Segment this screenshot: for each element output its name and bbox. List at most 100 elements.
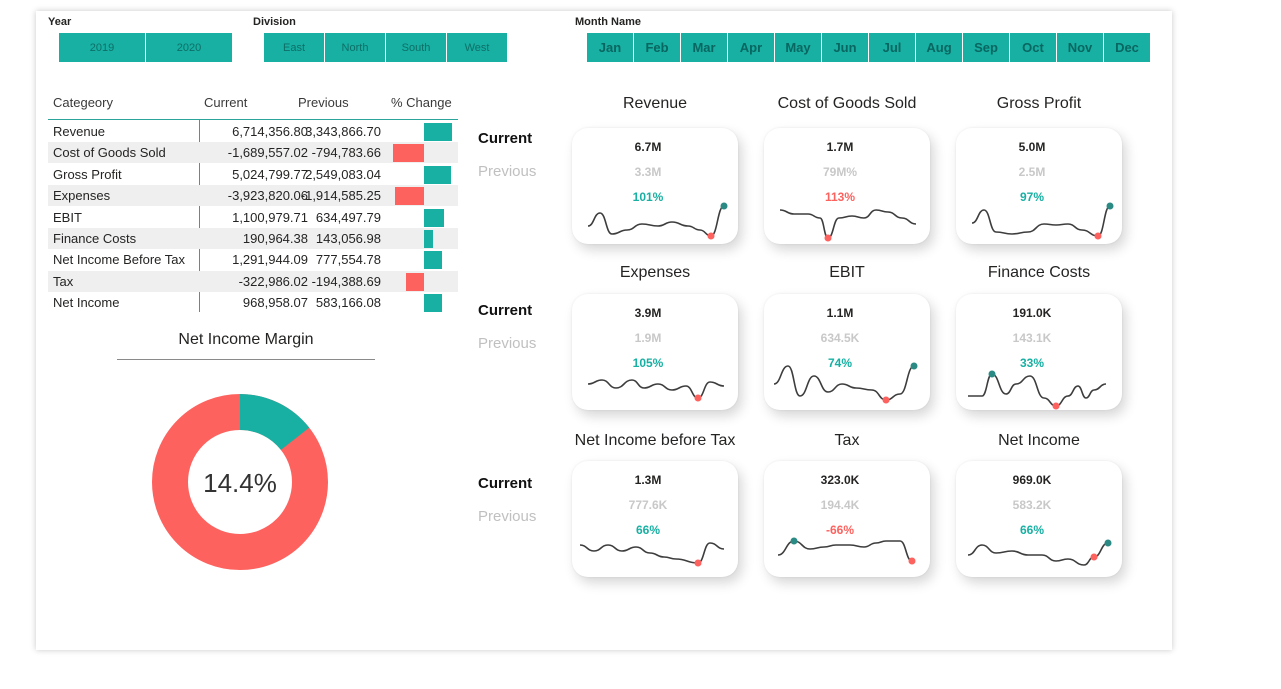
current-value-cell: -3,923,820.06	[227, 188, 308, 204]
previous-value-cell: 3,343,866.70	[305, 124, 381, 139]
current-value-cell: 5,024,799.77	[232, 166, 308, 182]
category-cell: Revenue	[53, 124, 106, 139]
sparkline-chart	[971, 202, 1114, 240]
table-row[interactable]: Expenses -3,923,820.06 -1,914,585.25	[48, 185, 458, 207]
table-row[interactable]: Net Income Before Tax 1,291,944.09 777,554…	[48, 249, 458, 270]
sparkline-low-point	[707, 232, 715, 240]
previous-value-cell: 143,056.98	[315, 231, 381, 246]
legend-previous-row1: Previous	[478, 163, 537, 180]
current-value-cell: 190,964.38	[242, 231, 308, 246]
percent-change-bar	[424, 230, 434, 248]
table-row[interactable]: Net Income 968,958.07 583,166.08	[48, 292, 458, 313]
month-option-jan[interactable]: Jan	[587, 33, 633, 62]
sparkline-low-point	[694, 394, 702, 402]
kpi-card-title: Finance Costs	[987, 264, 1091, 281]
sparkline-low-point	[882, 396, 890, 404]
percent-change-bar	[424, 294, 443, 313]
kpi-card-revenue[interactable]: 6.7M 3.3M 101%	[572, 128, 738, 244]
kpi-card-cost-of-goods-sold[interactable]: 1.7M 79M% 113%	[764, 128, 930, 244]
previous-value-cell: -194,388.69	[311, 273, 381, 289]
sparkline-high-point	[720, 202, 728, 210]
donut-title-underline	[117, 359, 375, 360]
legend-previous-row3: Previous	[478, 508, 537, 525]
sparkline-chart	[777, 537, 916, 565]
year-slicer: 2019 2020	[59, 33, 233, 62]
year-option-2020[interactable]: 2020	[146, 33, 232, 62]
previous-value-cell: 777,554.78	[315, 252, 381, 268]
current-value-cell: -322,986.02	[238, 273, 308, 289]
sparkline-high-point	[1106, 202, 1114, 210]
month-option-oct[interactable]: Oct	[1010, 33, 1056, 62]
percent-change-bar	[393, 144, 424, 163]
sparkline-line	[968, 373, 1107, 407]
division-option-east[interactable]: East	[264, 33, 324, 62]
kpi-card-net-income-before-tax[interactable]: 1.3M 777.6K 66%	[572, 461, 738, 577]
month-option-jul[interactable]: Jul	[869, 33, 915, 62]
sparkline-line	[587, 205, 725, 237]
sparkline-chart	[579, 542, 725, 567]
header-current[interactable]: Current	[204, 95, 247, 110]
sparkline-low-point	[694, 559, 702, 567]
current-value-cell: 1,291,944.09	[232, 252, 308, 268]
table-row[interactable]: Gross Profit 5,024,799.77 2,549,083.04	[48, 164, 458, 185]
kpi-card-title: Net Income	[998, 432, 1080, 449]
table-row[interactable]: Tax -322,986.02 -194,388.69	[48, 270, 458, 292]
donut-center-label: 14.4%	[203, 468, 277, 498]
sparkline-chart	[587, 379, 725, 402]
month-slicer-title: Month Name	[575, 16, 641, 28]
month-option-dec[interactable]: Dec	[1104, 33, 1150, 62]
kpi-card-title: Net Income before Tax	[574, 432, 736, 449]
division-option-south[interactable]: South	[386, 33, 446, 62]
percent-change-bar	[424, 251, 443, 270]
sparkline-high-point	[790, 537, 798, 545]
division-option-north[interactable]: North	[325, 33, 385, 62]
month-option-jun[interactable]: Jun	[822, 33, 868, 62]
kpi-card-net-income[interactable]: 969.0K 583.2K 66%	[956, 461, 1122, 577]
month-option-apr[interactable]: Apr	[728, 33, 774, 62]
current-value-cell: 1,100,979.71	[232, 209, 308, 225]
month-option-feb[interactable]: Feb	[634, 33, 680, 62]
header-change[interactable]: % Change	[391, 95, 452, 110]
table-header-divider	[48, 119, 458, 120]
kpi-card-title: Revenue	[622, 95, 688, 112]
year-option-2019[interactable]: 2019	[59, 33, 145, 62]
table-row[interactable]: Cost of Goods Sold -1,689,557.02 -794,783.…	[48, 142, 458, 164]
kpi-card-finance-costs[interactable]: 191.0K 143.1K 33%	[956, 294, 1122, 410]
month-option-sep[interactable]: Sep	[963, 33, 1009, 62]
month-option-mar[interactable]: Mar	[681, 33, 727, 62]
table-row[interactable]: EBIT 1,100,979.71 634,497.79	[48, 207, 458, 228]
sparkline-line	[777, 540, 913, 562]
kpi-card-gross-profit[interactable]: 5.0M 2.5M 97%	[956, 128, 1122, 244]
percent-change-bar	[395, 187, 424, 206]
division-option-west[interactable]: West	[447, 33, 507, 62]
previous-value-cell: 634,497.79	[315, 209, 381, 225]
percent-change-bar	[424, 165, 451, 184]
kpi-card-title: Gross Profit	[996, 95, 1082, 112]
kpi-card-title: Cost of Goods Sold	[777, 95, 917, 112]
category-cell: EBIT	[53, 209, 82, 225]
kpi-card-title: Expenses	[619, 264, 691, 281]
sparkline-line	[779, 209, 917, 239]
sparkline-low-point	[1090, 553, 1098, 561]
previous-value-cell: 2,549,083.04	[305, 166, 381, 182]
sparkline-high-point	[910, 362, 918, 370]
header-previous[interactable]: Previous	[298, 95, 349, 110]
header-category[interactable]: Categeory	[53, 95, 113, 110]
month-option-nov[interactable]: Nov	[1057, 33, 1103, 62]
sparkline-line	[587, 379, 725, 399]
table-row[interactable]: Revenue 6,714,356.80 3,343,866.70	[48, 121, 458, 142]
kpi-card-tax[interactable]: 323.0K 194.4K -66%	[764, 461, 930, 577]
previous-value-cell: 583,166.08	[315, 295, 381, 311]
percent-change-bar	[424, 123, 452, 141]
current-value-cell: 6,714,356.80	[232, 124, 308, 139]
percent-change-bar	[424, 208, 445, 227]
current-value-cell: -1,689,557.02	[227, 145, 308, 161]
legend-current-row2: Current	[478, 302, 533, 319]
kpi-card-expenses[interactable]: 3.9M 1.9M 105%	[572, 294, 738, 410]
month-option-may[interactable]: May	[775, 33, 821, 62]
month-option-aug[interactable]: Aug	[916, 33, 962, 62]
table-row[interactable]: Finance Costs 190,964.38 143,056.98	[48, 228, 458, 249]
sparkline-line	[579, 542, 725, 564]
sparkline-low-point	[1052, 402, 1060, 410]
kpi-card-ebit[interactable]: 1.1M 634.5K 74%	[764, 294, 930, 410]
